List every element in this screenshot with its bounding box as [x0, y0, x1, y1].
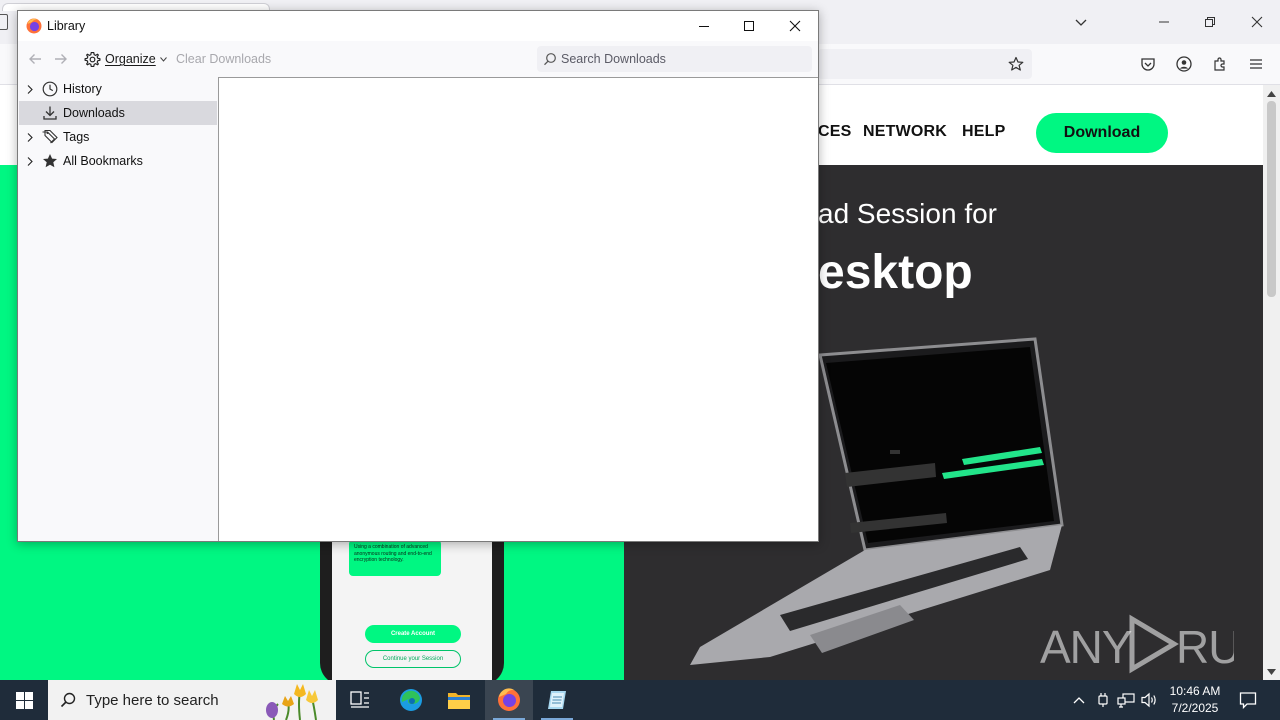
browser-minimize-icon[interactable]	[1152, 10, 1176, 34]
library-title-bar[interactable]: Library	[18, 11, 818, 41]
chevron-right-icon[interactable]	[19, 132, 41, 142]
account-icon[interactable]	[1174, 54, 1194, 74]
tab-overview-icon[interactable]	[0, 14, 8, 30]
library-window: Library Organize Clear Downloads Search …	[17, 10, 819, 542]
site-nav-link[interactable]: CES	[818, 123, 852, 141]
site-nav-link[interactable]: NETWORK	[863, 123, 947, 141]
organize-button[interactable]: Organize	[84, 49, 167, 69]
library-title: Library	[47, 19, 86, 33]
organize-label: Organize	[105, 52, 156, 66]
library-minimize-icon[interactable]	[681, 14, 727, 38]
hero-subtitle: ad Session for	[818, 198, 997, 229]
sidebar-item-label: Downloads	[63, 106, 125, 120]
windows-taskbar: Type here to search 10:46 AM 7/2/2025	[0, 680, 1280, 720]
sidebar-item-downloads[interactable]: Downloads	[19, 101, 217, 125]
tulips-decoration-icon	[266, 684, 318, 720]
page-scrollbar[interactable]	[1263, 85, 1280, 680]
notepad-app-icon[interactable]	[533, 680, 581, 720]
task-view-icon[interactable]	[336, 680, 384, 720]
extensions-icon[interactable]	[1210, 54, 1230, 74]
tag-icon	[41, 128, 59, 146]
hero-title: esktop	[818, 246, 973, 299]
chevron-down-icon	[159, 56, 167, 62]
sidebar-item-label: Tags	[63, 130, 90, 144]
menu-hamburger-icon[interactable]	[1246, 54, 1266, 74]
search-downloads-box[interactable]	[537, 46, 812, 72]
anyrun-watermark-logo: ANY RUN	[1040, 613, 1234, 675]
site-download-button[interactable]: Download	[1036, 113, 1168, 153]
start-button[interactable]	[0, 680, 48, 720]
site-nav-link[interactable]: HELP	[962, 123, 1005, 141]
taskbar-clock[interactable]: 10:46 AM 7/2/2025	[1162, 683, 1228, 717]
phone-illustration: Using a combination of advanced anonymou…	[320, 525, 504, 680]
library-sidebar-tree: History Downloads Tags All Bookmarks	[18, 77, 218, 541]
browser-restore-icon[interactable]	[1198, 10, 1222, 34]
browser-close-icon[interactable]	[1245, 10, 1269, 34]
chevron-right-icon[interactable]	[19, 156, 41, 166]
notification-center-icon[interactable]	[1238, 690, 1258, 710]
clock-time: 10:46 AM	[1169, 684, 1221, 698]
file-explorer-icon[interactable]	[435, 680, 483, 720]
svg-text:ANY: ANY	[1040, 621, 1132, 673]
taskbar-search-box[interactable]: Type here to search	[48, 680, 336, 720]
sidebar-item-all-bookmarks[interactable]: All Bookmarks	[19, 149, 217, 173]
clock-icon	[41, 80, 59, 98]
search-icon	[60, 692, 76, 708]
library-close-icon[interactable]	[772, 14, 818, 38]
phone-message-bubble: Using a combination of advanced anonymou…	[349, 540, 441, 576]
clock-date: 7/2/2025	[1171, 701, 1219, 715]
scroll-up-icon[interactable]	[1267, 89, 1276, 98]
taskbar-search-placeholder: Type here to search	[86, 691, 219, 709]
phone-continue-session-button: Continue your Session	[365, 650, 461, 668]
library-maximize-icon[interactable]	[726, 14, 772, 38]
downloads-list[interactable]	[218, 77, 818, 541]
pocket-icon[interactable]	[1138, 54, 1158, 74]
volume-icon[interactable]	[1141, 691, 1159, 709]
bookmark-star-icon[interactable]	[1006, 54, 1026, 74]
usb-device-icon[interactable]	[1094, 691, 1112, 709]
scroll-down-icon[interactable]	[1267, 667, 1276, 676]
search-downloads-input[interactable]	[561, 52, 791, 66]
gear-icon	[84, 51, 101, 67]
forward-arrow-icon[interactable]	[52, 50, 70, 68]
clear-downloads-button[interactable]: Clear Downloads	[176, 52, 271, 66]
network-icon[interactable]	[1117, 691, 1135, 709]
edge-browser-icon[interactable]	[387, 680, 435, 720]
firefox-logo-icon	[26, 18, 42, 34]
scrollbar-thumb[interactable]	[1267, 101, 1276, 297]
sidebar-item-label: All Bookmarks	[63, 154, 143, 168]
download-icon	[41, 104, 59, 122]
url-bar[interactable]	[818, 49, 1032, 79]
star-icon	[41, 152, 59, 170]
chevron-right-icon[interactable]	[19, 84, 41, 94]
windows-logo-icon	[15, 691, 33, 709]
sidebar-item-tags[interactable]: Tags	[19, 125, 217, 149]
search-icon	[544, 53, 556, 66]
sidebar-item-history[interactable]: History	[19, 77, 217, 101]
list-all-tabs-icon[interactable]	[1069, 10, 1093, 34]
sidebar-item-label: History	[63, 82, 102, 96]
firefox-taskbar-icon[interactable]	[485, 680, 533, 720]
phone-create-account-button: Create Account	[365, 625, 461, 643]
back-arrow-icon[interactable]	[26, 50, 44, 68]
svg-text:RUN: RUN	[1176, 621, 1234, 673]
tray-chevron-up-icon[interactable]	[1070, 691, 1088, 709]
library-toolbar: Organize Clear Downloads	[18, 41, 818, 77]
